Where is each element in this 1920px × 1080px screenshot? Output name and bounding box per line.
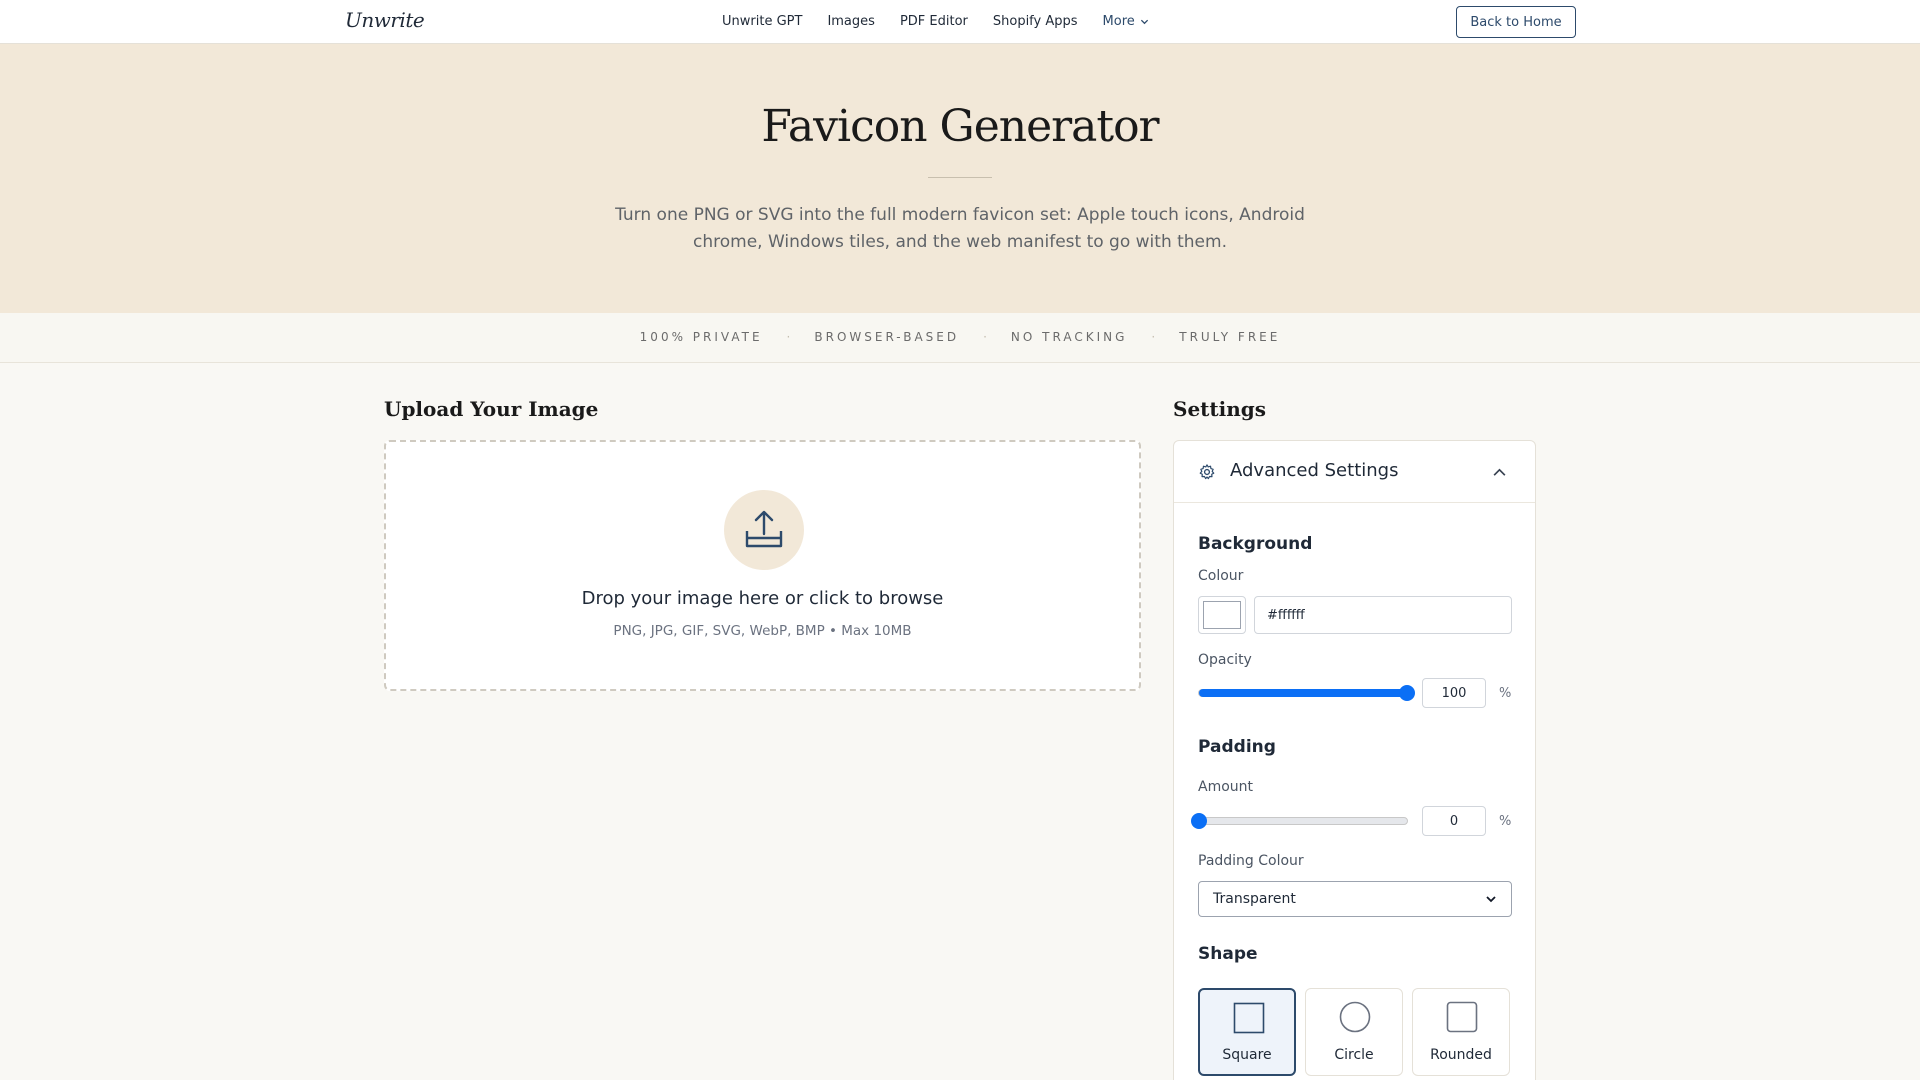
- settings-heading: Settings: [1173, 397, 1267, 421]
- padding-colour-selected: Transparent: [1213, 891, 1296, 907]
- page-title: Favicon Generator: [761, 101, 1159, 152]
- chevron-down-icon: [1486, 896, 1496, 903]
- nav-more-label: More: [1102, 14, 1135, 29]
- opacity-unit: %: [1499, 686, 1512, 701]
- main-nav: Unwrite GPT Images PDF Editor Shopify Ap…: [722, 14, 1149, 29]
- rounded-square-icon: [1446, 1001, 1478, 1033]
- chevron-up-icon: [1493, 468, 1506, 476]
- dropzone-instruction: Drop your image here or click to browse: [581, 588, 944, 609]
- padding-group-title: Padding: [1198, 737, 1276, 757]
- padding-slider-thumb[interactable]: [1191, 813, 1207, 829]
- background-colour-hex-input[interactable]: [1254, 596, 1512, 634]
- nav-link-shopify-apps[interactable]: Shopify Apps: [993, 14, 1078, 29]
- opacity-slider-thumb[interactable]: [1399, 685, 1415, 701]
- back-to-home-button[interactable]: Back to Home: [1456, 6, 1576, 38]
- padding-colour-label: Padding Colour: [1198, 853, 1304, 869]
- brand-logo[interactable]: Unwrite: [345, 8, 425, 32]
- opacity-slider[interactable]: [1198, 685, 1415, 701]
- opacity-slider-fill: [1199, 689, 1407, 697]
- upload-icon-badge: [724, 490, 804, 570]
- trust-separator: ·: [1151, 330, 1156, 344]
- trust-strip: 100% PRIVATE · BROWSER-BASED · NO TRACKI…: [0, 313, 1920, 363]
- advanced-settings-panel: Advanced Settings Background Colour Opac…: [1173, 440, 1536, 1080]
- background-colour-swatch[interactable]: [1198, 596, 1246, 634]
- trust-separator: ·: [786, 330, 791, 344]
- image-dropzone[interactable]: Drop your image here or click to browse …: [384, 440, 1141, 691]
- shape-option-label: Rounded: [1430, 1047, 1492, 1063]
- trust-separator: ·: [983, 330, 987, 344]
- circle-icon: [1339, 1001, 1371, 1033]
- title-divider: [928, 177, 992, 178]
- trust-item-no-tracking: NO TRACKING: [1010, 330, 1128, 344]
- nav-link-images[interactable]: Images: [827, 14, 875, 29]
- gear-icon: [1199, 464, 1215, 480]
- square-icon: [1233, 1002, 1265, 1034]
- advanced-settings-title: Advanced Settings: [1230, 460, 1399, 481]
- padding-amount-slider[interactable]: [1191, 813, 1408, 829]
- shape-option-circle[interactable]: Circle: [1305, 988, 1403, 1076]
- swatch-fill: [1203, 601, 1241, 629]
- padding-amount-unit: %: [1499, 814, 1512, 829]
- trust-item-browser-based: BROWSER-BASED: [814, 330, 960, 344]
- opacity-input[interactable]: [1422, 678, 1486, 708]
- padding-colour-select[interactable]: Transparent: [1198, 881, 1512, 917]
- nav-more-dropdown[interactable]: More: [1103, 14, 1149, 29]
- shape-group-title: Shape: [1198, 944, 1258, 964]
- trust-item-truly-free: TRULY FREE: [1179, 330, 1281, 344]
- background-colour-label: Colour: [1198, 568, 1244, 584]
- shape-option-square[interactable]: Square: [1198, 988, 1296, 1076]
- upload-heading: Upload Your Image: [384, 397, 599, 421]
- background-group-title: Background: [1198, 534, 1313, 554]
- nav-link-pdf-editor[interactable]: PDF Editor: [900, 14, 968, 29]
- padding-amount-input[interactable]: [1422, 806, 1486, 836]
- hero-section: Favicon Generator Turn one PNG or SVG in…: [0, 44, 1920, 313]
- trust-item-private: 100% PRIVATE: [639, 330, 763, 344]
- upload-tray-icon: [745, 510, 783, 548]
- shape-option-label: Square: [1222, 1047, 1272, 1063]
- dropzone-formats: PNG, JPG, GIF, SVG, WebP, BMP • Max 10MB: [613, 623, 912, 639]
- page-subtitle: Turn one PNG or SVG into the full modern…: [615, 205, 1305, 252]
- opacity-label: Opacity: [1198, 652, 1252, 668]
- shape-option-rounded[interactable]: Rounded: [1412, 988, 1510, 1076]
- chevron-down-icon: [1140, 19, 1148, 25]
- nav-link-unwrite-gpt[interactable]: Unwrite GPT: [722, 14, 802, 29]
- padding-amount-label: Amount: [1198, 779, 1254, 795]
- top-navigation: Unwrite Unwrite GPT Images PDF Editor Sh…: [0, 0, 1920, 44]
- advanced-settings-toggle[interactable]: Advanced Settings: [1174, 441, 1535, 503]
- shape-option-label: Circle: [1334, 1047, 1374, 1063]
